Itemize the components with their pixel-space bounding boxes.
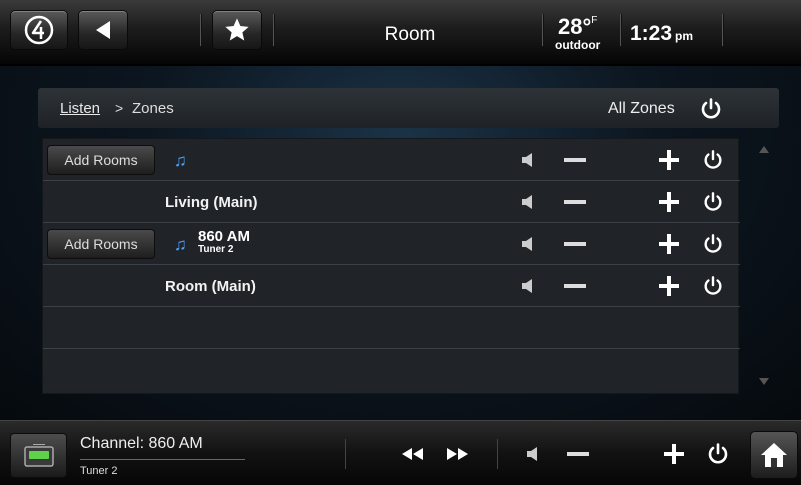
power-icon: [701, 98, 721, 119]
volume-down-button[interactable]: [561, 139, 589, 181]
mute-button[interactable]: [522, 439, 544, 469]
top-bar: Room 28°F outdoor 1:23 pm: [0, 0, 801, 65]
power-icon: [708, 443, 728, 464]
power-icon: [704, 234, 722, 253]
temperature-unit: F: [591, 15, 598, 26]
music-note-icon: ♫: [174, 235, 187, 254]
minus-icon: [564, 200, 586, 204]
zone-power-button[interactable]: [699, 223, 727, 265]
now-playing-bar: Channel: 860 AM Tuner 2: [0, 420, 801, 485]
empty-row: [43, 307, 740, 349]
volume-up-button[interactable]: [655, 265, 683, 307]
all-zones-label: All Zones: [608, 100, 675, 117]
volume-down-button[interactable]: [564, 439, 592, 469]
add-rooms-button[interactable]: Add Rooms: [47, 229, 155, 259]
minus-icon: [564, 158, 586, 162]
fast-forward-button[interactable]: [442, 439, 472, 469]
plus-icon: [664, 444, 684, 464]
room-title: Room: [384, 24, 436, 45]
home-icon: [761, 443, 787, 467]
power-icon: [704, 192, 722, 211]
mute-button[interactable]: [517, 139, 539, 181]
tuner-icon: [23, 443, 54, 467]
logo-button[interactable]: [10, 10, 68, 50]
all-zones-power-button[interactable]: [698, 96, 724, 122]
rewind-button[interactable]: [398, 439, 428, 469]
breadcrumb-current: Zones: [132, 100, 174, 117]
temperature-label: outdoor: [555, 38, 601, 52]
zone-row: Add Rooms ♫: [43, 139, 740, 181]
main-content: Listen > Zones All Zones Add Rooms ♫ Liv…: [0, 66, 801, 420]
zone-name: Living (Main): [165, 194, 258, 211]
mute-button[interactable]: [517, 223, 539, 265]
speaker-icon: [522, 153, 532, 167]
source-detail: Tuner 2: [198, 243, 234, 255]
temperature-value: 28°: [557, 14, 592, 39]
power-icon: [704, 150, 722, 169]
mute-button[interactable]: [517, 265, 539, 307]
breadcrumb-separator: >: [115, 100, 124, 116]
minus-icon: [564, 242, 586, 246]
zone-power-button[interactable]: [699, 265, 727, 307]
speaker-icon: [522, 279, 532, 293]
volume-up-button[interactable]: [655, 181, 683, 223]
rewind-icon: [402, 448, 423, 460]
volume-down-button[interactable]: [561, 181, 589, 223]
star-icon: [225, 18, 249, 41]
music-note-icon: ♫: [174, 151, 187, 170]
minus-icon: [567, 452, 589, 456]
zone-row: Room (Main): [43, 265, 740, 307]
volume-up-button[interactable]: [655, 139, 683, 181]
clock: 1:23 pm: [630, 22, 693, 46]
favorites-button[interactable]: [212, 10, 262, 50]
zones-scrollbar[interactable]: [752, 138, 776, 394]
power-button[interactable]: [704, 439, 732, 469]
plus-icon: [659, 150, 679, 170]
scroll-down-icon[interactable]: [759, 378, 769, 385]
breadcrumb-listen-link[interactable]: Listen: [60, 100, 100, 117]
divider: [80, 459, 245, 460]
zone-row: Add Rooms ♫ 860 AM Tuner 2: [43, 223, 740, 265]
back-arrow-icon: [96, 21, 110, 39]
minus-icon: [564, 284, 586, 288]
home-button[interactable]: [750, 431, 798, 479]
mute-button[interactable]: [517, 181, 539, 223]
zone-row: Living (Main): [43, 181, 740, 223]
breadcrumb: Listen > Zones All Zones: [38, 88, 779, 128]
speaker-icon: [522, 237, 532, 251]
tuner-source-button[interactable]: [10, 433, 67, 478]
back-button[interactable]: [78, 10, 128, 50]
empty-row: [43, 349, 740, 391]
plus-icon: [659, 234, 679, 254]
zone-name: Room (Main): [165, 278, 256, 295]
power-icon: [704, 276, 722, 295]
scroll-up-icon[interactable]: [759, 146, 769, 153]
plus-icon: [659, 276, 679, 296]
zone-power-button[interactable]: [699, 139, 727, 181]
clock-ampm: pm: [675, 29, 694, 43]
logo-icon: [24, 15, 54, 45]
volume-down-button[interactable]: [561, 265, 589, 307]
zone-power-button[interactable]: [699, 181, 727, 223]
speaker-icon: [527, 447, 537, 461]
add-rooms-button[interactable]: Add Rooms: [47, 145, 155, 175]
fast-forward-icon: [447, 448, 468, 460]
volume-down-button[interactable]: [561, 223, 589, 265]
zone-source: 860 AM Tuner 2: [198, 229, 250, 255]
speaker-icon: [522, 195, 532, 209]
outdoor-temperature: 28°F outdoor: [555, 14, 601, 52]
volume-up-button[interactable]: [660, 439, 688, 469]
source-name: 860 AM: [198, 228, 250, 245]
clock-time: 1:23: [630, 22, 673, 45]
zones-list: Add Rooms ♫ Living (Main) Add Rooms ♫ 86…: [42, 138, 740, 394]
now-playing-title: Channel: 860 AM: [80, 435, 203, 452]
volume-up-button[interactable]: [655, 223, 683, 265]
now-playing-subtitle: Tuner 2: [80, 465, 118, 477]
plus-icon: [659, 192, 679, 212]
